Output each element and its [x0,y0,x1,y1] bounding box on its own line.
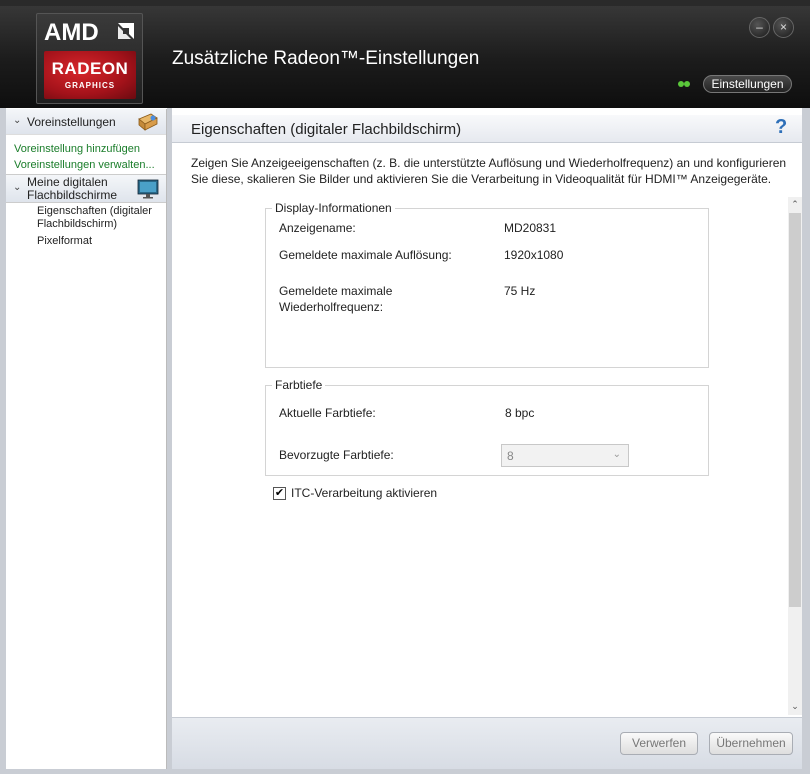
group-legend: Display-Informationen [272,201,395,215]
amd-arrow-icon [118,23,134,39]
preferred-depth-select[interactable]: 8 ⌄ [501,444,629,467]
checkmark-icon: ✔ [274,487,285,499]
logo-amd-text: AMD [44,19,99,46]
connection-status-icon [678,81,690,87]
current-depth-label: Aktuelle Farbtiefe: [279,406,376,420]
sidebar-item-manage-presets[interactable]: Voreinstellungen verwalten... [6,157,166,173]
logo-graphics-text: GRAPHICS [64,81,116,90]
chevron-down-icon: ⌄ [13,115,22,126]
apply-button[interactable]: Übernehmen [709,732,793,755]
chevron-down-icon: ⌄ [13,182,22,193]
minimize-button[interactable]: – [749,17,770,38]
sidebar-section-flatpanels[interactable]: ⌄ Meine digitalen Flachbildschirme [6,174,166,203]
main-header: Eigenschaften (digitaler Flachbildschirm… [172,115,802,143]
max-resolution-label: Gemeldete maximale Auflösung: [279,248,452,262]
presets-folder-icon [138,113,158,131]
monitor-icon [137,179,159,199]
max-refresh-value: 75 Hz [504,284,536,298]
preferred-depth-label: Bevorzugte Farbtiefe: [279,448,394,462]
header-top-strip [0,0,810,6]
sidebar-item-properties[interactable]: Eigenschaften (digitaler Flachbildschirm… [6,205,166,231]
page-title: Eigenschaften (digitaler Flachbildschirm… [191,121,462,138]
sidebar-section-presets[interactable]: ⌄ Voreinstellungen [6,109,166,135]
amd-radeon-logo: AMD RADEON GRAPHICS [36,13,143,104]
discard-button[interactable]: Verwerfen [620,732,698,755]
app-title: Zusätzliche Radeon™-Einstellungen [172,48,480,69]
scroll-down-icon[interactable]: ⌄ [788,699,802,713]
settings-button[interactable]: Einstellungen [703,75,792,93]
display-name-value: MD20831 [504,221,557,235]
sidebar-section-label: Meine digitalen Flachbildschirme [27,175,118,202]
display-name-label: Anzeigename: [279,221,356,235]
help-icon[interactable]: ? [775,116,787,139]
chevron-down-icon: ⌄ [612,449,621,460]
scroll-thumb[interactable] [789,213,801,607]
itc-checkbox-label[interactable]: ITC-Verarbeitung aktivieren [291,486,437,500]
max-refresh-label: Gemeldete maximale Wiederholfrequenz: [279,284,393,314]
button-bar: Verwerfen Übernehmen [172,717,802,769]
logo-radeon-text: RADEON [51,59,129,78]
max-resolution-value: 1920x1080 [504,248,564,262]
main-panel: Eigenschaften (digitaler Flachbildschirm… [172,109,802,769]
scroll-up-icon[interactable]: ⌃ [788,197,802,211]
logo-red-badge: RADEON GRAPHICS [44,51,136,99]
vertical-scrollbar[interactable]: ⌃ ⌄ [788,197,802,715]
preferred-depth-value: 8 [507,449,514,463]
sidebar-section-label: Voreinstellungen [27,115,116,129]
page-description: Zeigen Sie Anzeigeeigenschaften (z. B. d… [191,156,787,186]
group-legend: Farbtiefe [272,378,326,392]
sidebar: ⌄ Voreinstellungen Voreinstellung hinzuf… [6,109,167,769]
sidebar-item-add-preset[interactable]: Voreinstellung hinzufügen [6,141,166,157]
window-frame-bottom [0,769,810,774]
current-depth-value: 8 bpc [505,406,535,420]
window-frame-right [802,108,810,774]
close-button[interactable]: × [773,17,794,38]
sidebar-item-pixel-format[interactable]: Pixelformat [6,235,166,248]
app-header: AMD RADEON GRAPHICS Zusätzliche Radeon™-… [0,0,810,108]
itc-checkbox[interactable]: ✔ [273,487,286,500]
